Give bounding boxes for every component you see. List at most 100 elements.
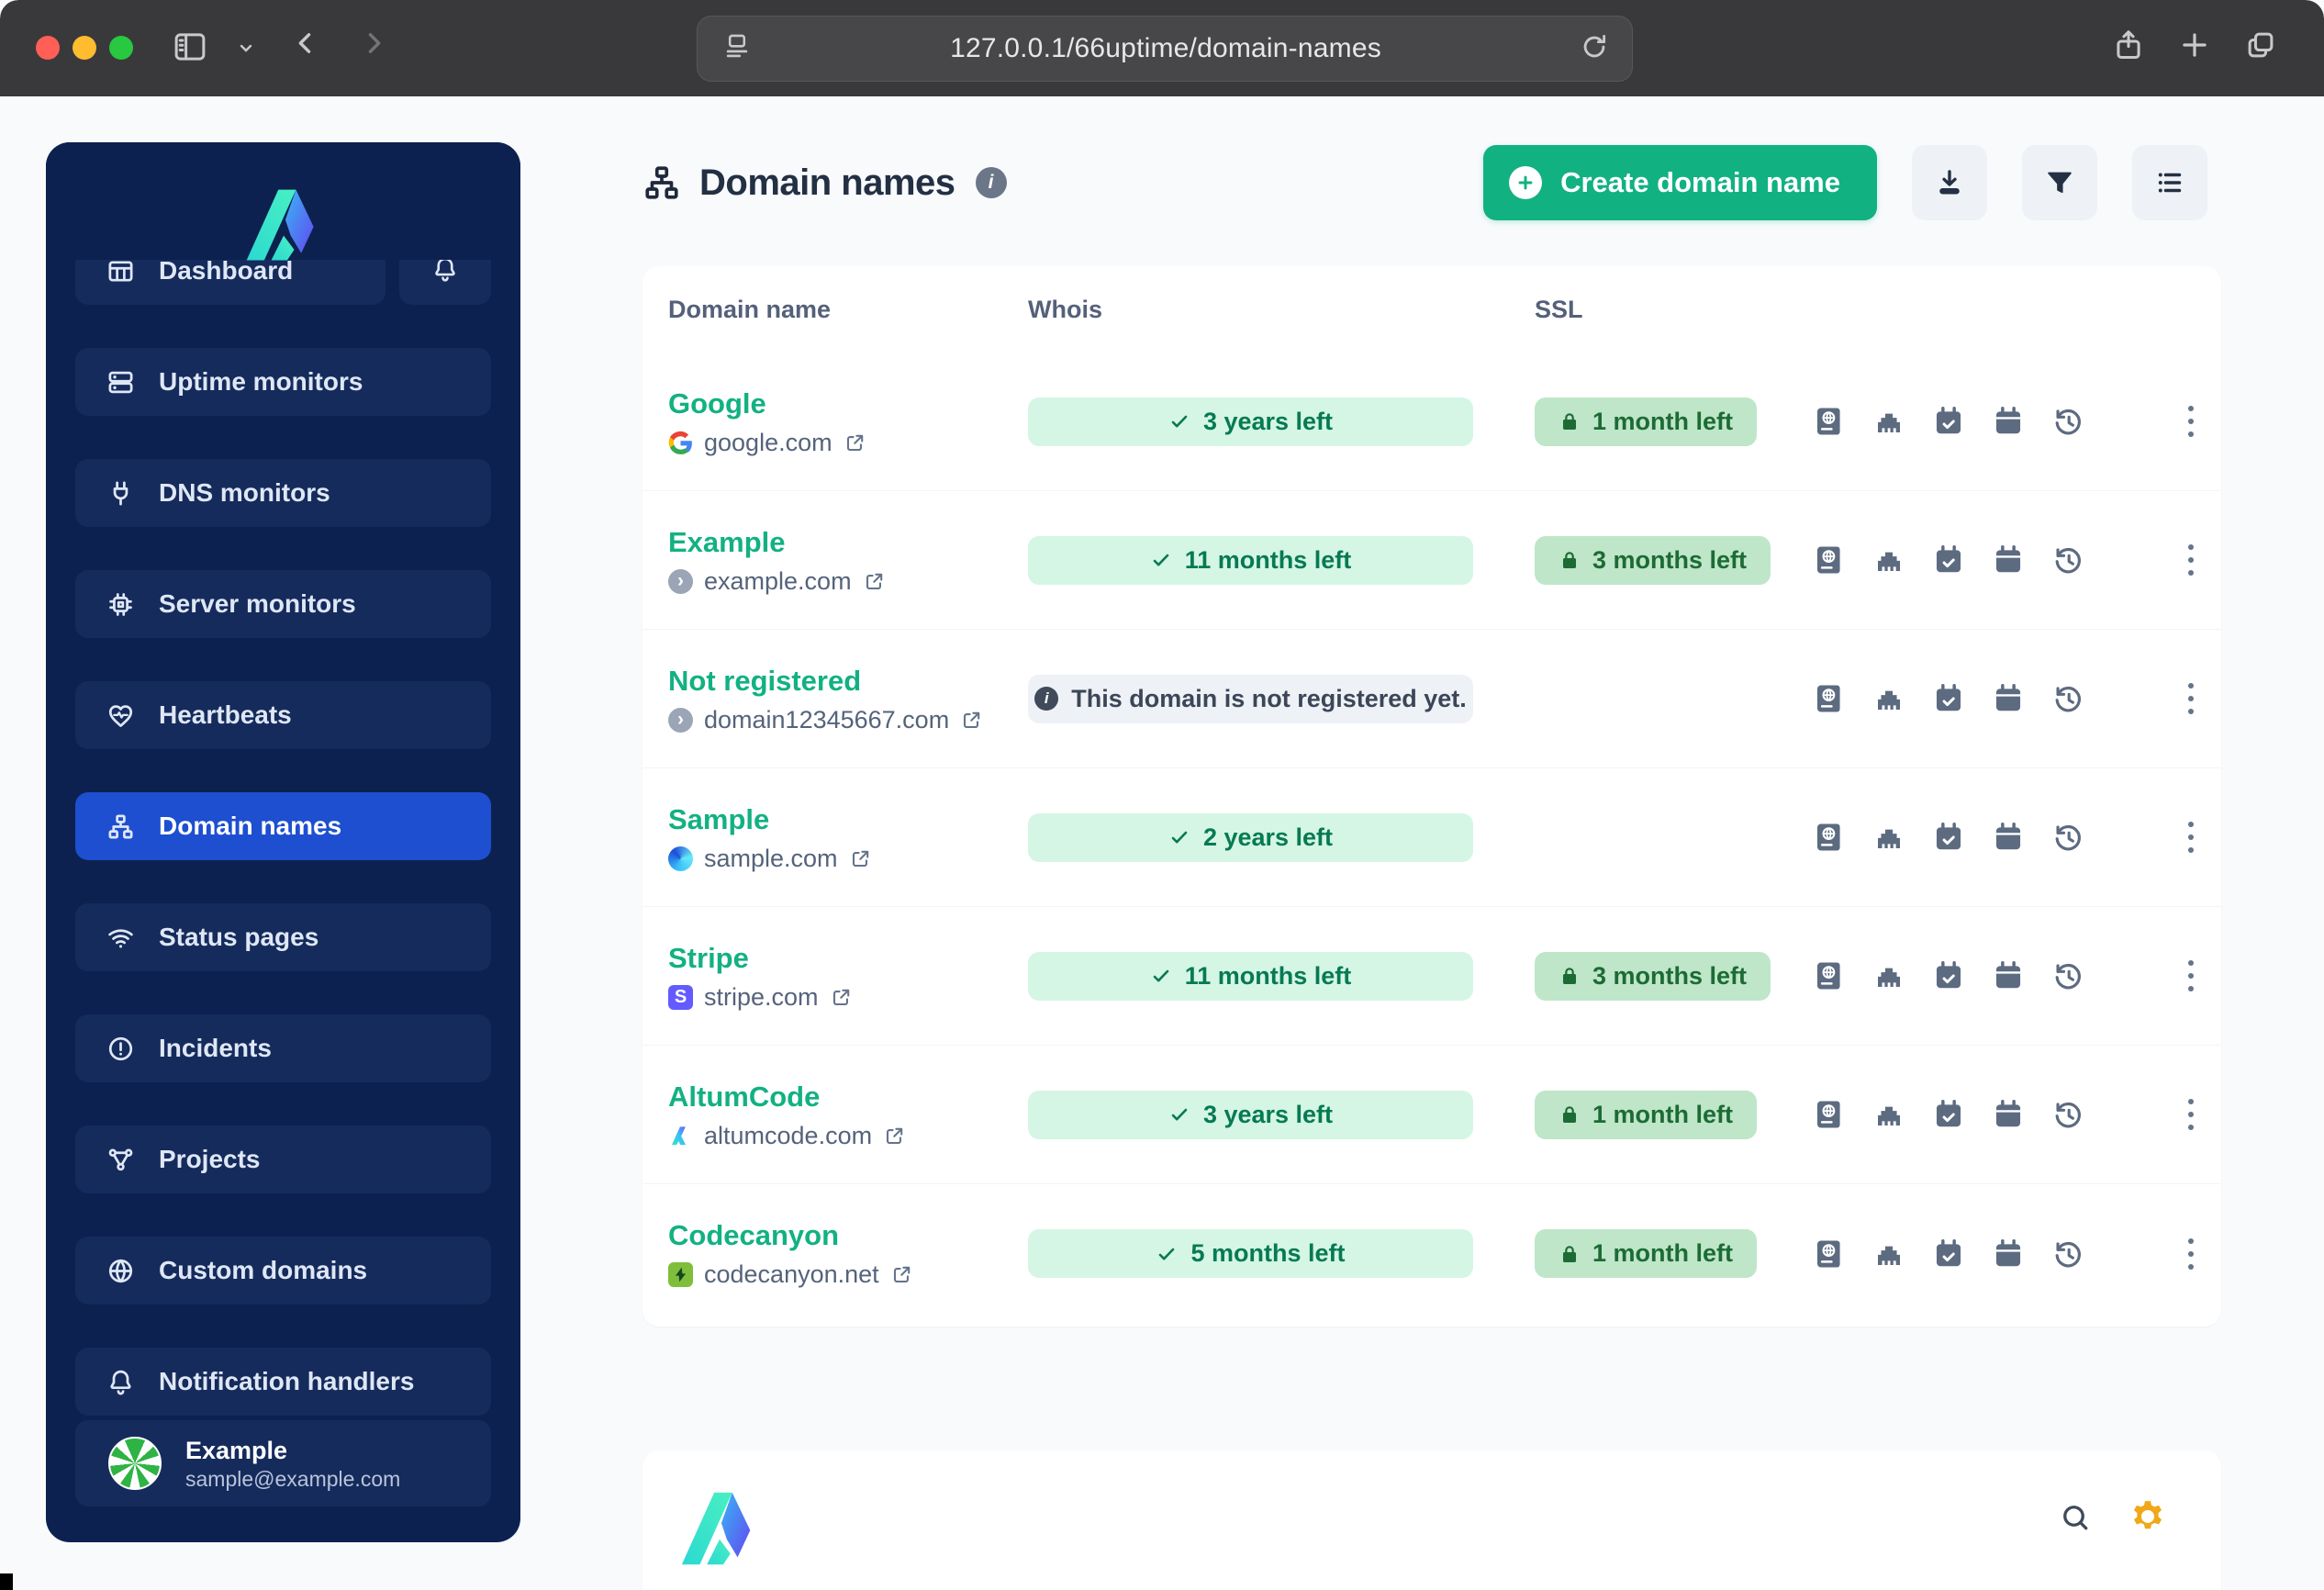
chevron-down-icon[interactable] xyxy=(235,37,257,59)
history-button[interactable] xyxy=(2051,543,2084,577)
ssl-check-button[interactable] xyxy=(1932,1237,1965,1271)
dns-records-button[interactable] xyxy=(1872,682,1905,715)
domain-name-link[interactable]: Stripe xyxy=(668,941,749,976)
export-button[interactable] xyxy=(1912,145,1987,220)
expiry-calendar-button[interactable] xyxy=(1992,405,2025,438)
settings-button[interactable] xyxy=(2128,1498,2167,1537)
sidebar-item-dashboard[interactable]: Dashboard xyxy=(75,260,385,305)
dns-records-button[interactable] xyxy=(1872,543,1905,577)
close-window-button[interactable] xyxy=(36,36,60,60)
user-menu[interactable]: Example sample@example.com xyxy=(75,1420,491,1506)
whois-status-text: 3 years left xyxy=(1202,407,1334,435)
row-menu-button[interactable] xyxy=(2181,814,2201,860)
row-menu-button[interactable] xyxy=(2181,1092,2201,1137)
history-button[interactable] xyxy=(2051,1098,2084,1131)
sidebar-item-heartbeats[interactable]: Heartbeats xyxy=(75,681,491,749)
tab-overview-icon[interactable] xyxy=(2243,28,2278,62)
sidebar-item-status-pages[interactable]: Status pages xyxy=(75,903,491,971)
back-button[interactable] xyxy=(290,28,321,59)
ssl-check-button[interactable] xyxy=(1932,405,1965,438)
external-link-icon[interactable] xyxy=(883,1125,906,1148)
new-tab-icon[interactable] xyxy=(2177,28,2212,62)
sidebar-item-notification-handlers[interactable]: Notification handlers xyxy=(75,1348,491,1416)
external-link-icon[interactable] xyxy=(960,709,983,732)
column-header-ssl: SSL xyxy=(1535,295,1583,323)
list-view-button[interactable] xyxy=(2132,145,2207,220)
whois-lookup-button[interactable] xyxy=(1813,1098,1846,1131)
reader-view-icon[interactable] xyxy=(721,31,753,67)
expiry-calendar-button[interactable] xyxy=(1992,1098,2025,1131)
sidebar-item-projects[interactable]: Projects xyxy=(75,1125,491,1193)
expiry-calendar-button[interactable] xyxy=(1992,682,2025,715)
domain-name-link[interactable]: Example xyxy=(668,525,786,560)
share-icon[interactable] xyxy=(2111,28,2146,62)
ssl-check-button[interactable] xyxy=(1932,543,1965,577)
create-domain-name-button[interactable]: Create domain name xyxy=(1483,145,1877,220)
expiry-calendar-button[interactable] xyxy=(1992,543,2025,577)
domain-name-link[interactable]: Codecanyon xyxy=(668,1218,839,1253)
whois-lookup-button[interactable] xyxy=(1813,682,1846,715)
ssl-check-button[interactable] xyxy=(1932,959,1965,992)
row-menu-button[interactable] xyxy=(2181,537,2201,583)
info-icon[interactable]: i xyxy=(975,167,1007,198)
expiry-calendar-button[interactable] xyxy=(1992,1237,2025,1271)
search-button[interactable] xyxy=(2059,1501,2092,1534)
stripe-favicon: S xyxy=(668,984,693,1010)
expiry-calendar-button[interactable] xyxy=(1992,821,2025,854)
domain-host: stripe.com xyxy=(704,982,819,1011)
calendar-check-icon xyxy=(1932,1098,1965,1131)
dns-records-button[interactable] xyxy=(1872,1098,1905,1131)
sidebar-item-custom-domains[interactable]: Custom domains xyxy=(75,1237,491,1304)
external-link-icon[interactable] xyxy=(849,847,872,870)
sidebar-item-dns-monitors[interactable]: DNS monitors xyxy=(75,459,491,527)
ssl-check-button[interactable] xyxy=(1932,1098,1965,1131)
expiry-calendar-button[interactable] xyxy=(1992,959,2025,992)
forward-button[interactable] xyxy=(358,28,389,59)
history-button[interactable] xyxy=(2051,959,2084,992)
whois-lookup-button[interactable] xyxy=(1813,1237,1846,1271)
history-button[interactable] xyxy=(2051,682,2084,715)
domain-name-link[interactable]: Sample xyxy=(668,802,769,837)
sidebar-item-incidents[interactable]: Incidents xyxy=(75,1014,491,1082)
filter-button[interactable] xyxy=(2022,145,2097,220)
sidebar-item-domain-names[interactable]: Domain names xyxy=(75,792,491,860)
sidebar-item-uptime-monitors[interactable]: Uptime monitors xyxy=(75,348,491,416)
external-link-icon[interactable] xyxy=(863,570,886,593)
whois-lookup-button[interactable] xyxy=(1813,405,1846,438)
row-menu-button[interactable] xyxy=(2181,1231,2201,1277)
domain-name-link[interactable]: AltumCode xyxy=(668,1080,820,1114)
reload-icon[interactable] xyxy=(1579,31,1610,67)
external-link-icon[interactable] xyxy=(890,1263,913,1286)
zoom-window-button[interactable] xyxy=(109,36,133,60)
calendar-icon xyxy=(1992,821,2025,854)
check-icon xyxy=(1150,549,1172,571)
sidebar-item-server-monitors[interactable]: Server monitors xyxy=(75,570,491,638)
dns-records-button[interactable] xyxy=(1872,1237,1905,1271)
column-header-domain-name: Domain name xyxy=(668,295,832,323)
row-menu-button[interactable] xyxy=(2181,953,2201,999)
ssl-check-button[interactable] xyxy=(1932,821,1965,854)
whois-status-badge: 3 years left xyxy=(1028,397,1473,446)
notifications-button[interactable] xyxy=(399,260,491,305)
history-button[interactable] xyxy=(2051,1237,2084,1271)
whois-lookup-button[interactable] xyxy=(1813,959,1846,992)
domain-name-link[interactable]: Google xyxy=(668,386,766,421)
dns-records-button[interactable] xyxy=(1872,959,1905,992)
minimize-window-button[interactable] xyxy=(73,36,96,60)
history-icon xyxy=(2051,1237,2084,1271)
ssl-check-button[interactable] xyxy=(1932,682,1965,715)
row-menu-button[interactable] xyxy=(2181,676,2201,722)
external-link-icon[interactable] xyxy=(844,431,866,454)
sidebar-item-label: Status pages xyxy=(159,923,319,951)
row-menu-button[interactable] xyxy=(2181,398,2201,444)
whois-lookup-button[interactable] xyxy=(1813,821,1846,854)
history-button[interactable] xyxy=(2051,821,2084,854)
domain-name-link[interactable]: Not registered xyxy=(668,664,861,699)
sidebar-toggle-icon[interactable] xyxy=(171,28,209,66)
address-bar[interactable]: 127.0.0.1/66uptime/domain-names xyxy=(697,16,1633,82)
history-button[interactable] xyxy=(2051,405,2084,438)
whois-lookup-button[interactable] xyxy=(1813,543,1846,577)
dns-records-button[interactable] xyxy=(1872,821,1905,854)
dns-records-button[interactable] xyxy=(1872,405,1905,438)
external-link-icon[interactable] xyxy=(830,986,853,1009)
